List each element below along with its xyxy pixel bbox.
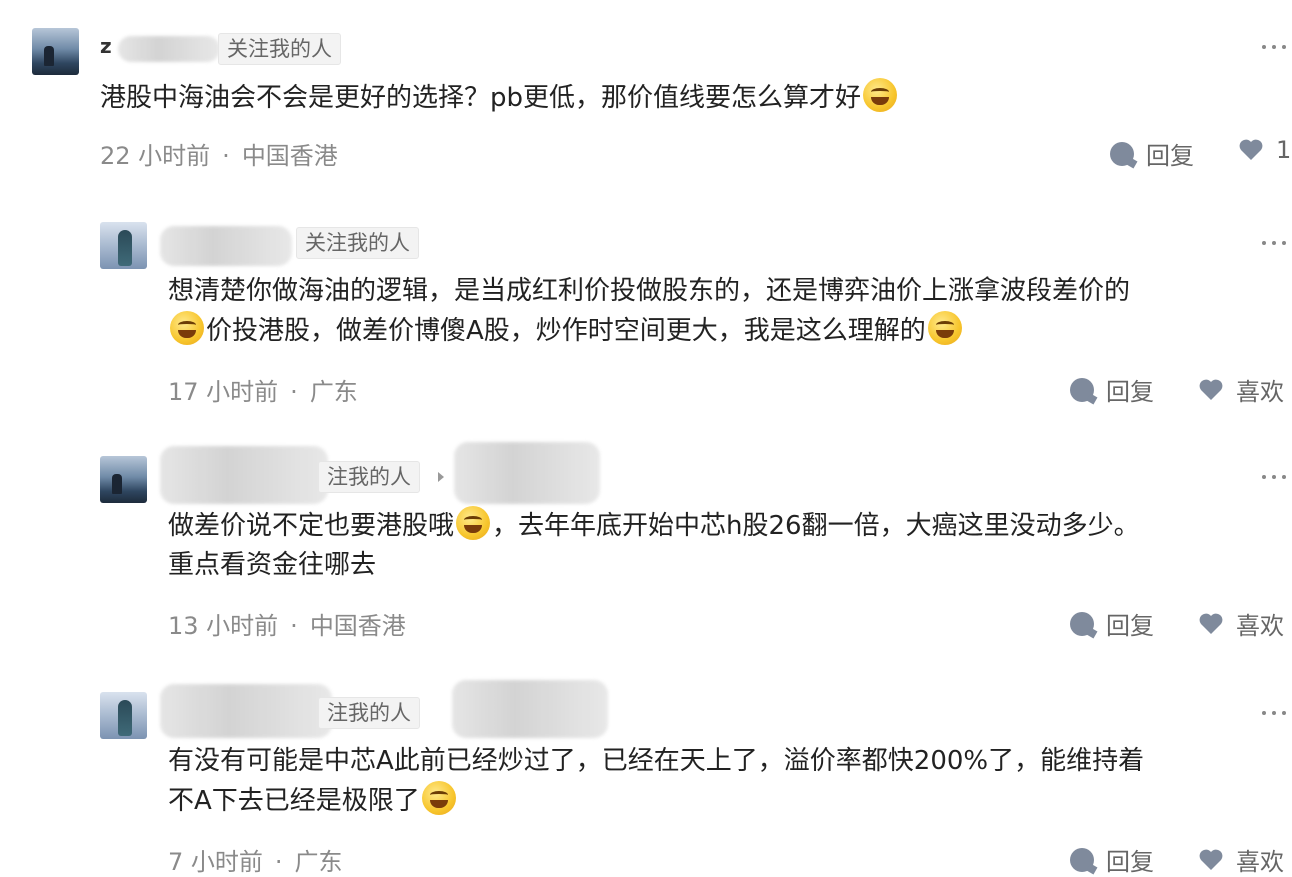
monocle-emoji-icon: [170, 311, 204, 345]
reply-button[interactable]: 回复: [1070, 606, 1154, 641]
grin-emoji-icon: [421, 781, 456, 815]
comment-text: 有没有可能是中芯A此前已经炒过了，已经在天上了，溢价率都快200%了，能维持着 …: [168, 742, 1144, 821]
comment-text-line: ，去年年底开始中芯h股26翻一倍，大癌这里没动多少。: [492, 511, 1140, 541]
like-label: 喜欢: [1236, 378, 1284, 406]
comment-text: 港股中海油会不会是更好的选择？pb更低，那价值线要怎么算才好: [100, 78, 899, 118]
separator: ·: [222, 142, 230, 170]
blurred-reply-target: [454, 442, 600, 504]
comment-text-line: 想清楚你做海油的逻辑，是当成红利价投做股东的，还是博弈油价上涨拿波段差价的: [168, 276, 1131, 306]
blurred-reply-target: [452, 680, 608, 738]
like-label: 喜欢: [1236, 612, 1284, 640]
comment-text: 做差价说不定也要港股哦 ，去年年底开始中芯h股26翻一倍，大癌这里没动多少。 重点…: [168, 506, 1140, 585]
reply-label: 回复: [1146, 142, 1194, 170]
username[interactable]: z: [100, 34, 112, 58]
comment-bubble-icon: [1070, 847, 1094, 872]
comment-text-line: 有没有可能是中芯A此前已经炒过了，已经在天上了，溢价率都快200%了，能维持着: [168, 746, 1145, 776]
comment-text-line: 价投港股，做差价博傻A股，炒作时空间更大，我是这么理解的: [206, 316, 926, 346]
comment-bubble-icon: [1110, 141, 1134, 166]
more-dots-icon[interactable]: [1262, 240, 1286, 246]
comment-text-line: 港股中海油会不会是更好的选择？pb更低，那价值线要怎么算才好: [100, 83, 862, 113]
avatar[interactable]: [100, 222, 147, 269]
heart-icon: [1198, 378, 1224, 402]
comment-text: 想清楚你做海油的逻辑，是当成红利价投做股东的，还是博弈油价上涨拿波段差价的 价投…: [168, 272, 1130, 351]
more-dots-icon[interactable]: [1262, 44, 1286, 50]
like-button[interactable]: 喜欢: [1198, 606, 1284, 641]
timestamp: 22 小时前: [100, 142, 211, 170]
heart-icon: [1198, 848, 1224, 872]
grin-emoji-icon: [927, 311, 962, 345]
blurred-username: [160, 226, 292, 266]
heart-icon: [1198, 612, 1224, 636]
blurred-username: [118, 36, 220, 62]
follow-tag: 注我的人: [318, 461, 420, 493]
comment-text-line: 重点看资金往哪去: [168, 550, 377, 580]
more-dots-icon[interactable]: [1262, 474, 1286, 480]
timestamp: 17 小时前: [168, 378, 279, 406]
like-button[interactable]: 1: [1238, 136, 1291, 164]
comment-bubble-icon: [1070, 377, 1094, 402]
location: 中国香港: [309, 612, 406, 640]
follow-tag: 关注我的人: [218, 33, 341, 65]
blurred-username: [160, 684, 332, 738]
follow-tag: 关注我的人: [296, 227, 419, 259]
timestamp: 13 小时前: [168, 612, 279, 640]
more-dots-icon[interactable]: [1262, 710, 1286, 716]
comment-meta: 13 小时前 · 中国香港: [168, 606, 406, 641]
reply-label: 回复: [1106, 612, 1154, 640]
avatar[interactable]: [100, 692, 147, 739]
comment-text-line: 做差价说不定也要港股哦: [168, 511, 455, 541]
comment-meta: 22 小时前 · 中国香港: [100, 136, 338, 171]
heart-icon: [1238, 138, 1264, 162]
avatar[interactable]: [32, 28, 79, 75]
separator: ·: [290, 378, 298, 406]
comment-text-line: 不A下去已经是极限了: [168, 786, 420, 816]
avatar[interactable]: [100, 456, 147, 503]
location: 广东: [309, 378, 358, 406]
reply-button[interactable]: 回复: [1070, 372, 1154, 407]
reply-label: 回复: [1106, 378, 1154, 406]
blurred-username: [160, 446, 328, 504]
location: 中国香港: [241, 142, 338, 170]
rofl-emoji-icon: [456, 506, 491, 540]
like-button[interactable]: 喜欢: [1198, 372, 1284, 407]
separator: ·: [290, 612, 298, 640]
comment-bubble-icon: [1070, 611, 1094, 636]
like-count: 1: [1276, 136, 1292, 164]
reply-to-caret-icon: [438, 472, 444, 482]
reply-button[interactable]: 回复: [1110, 136, 1194, 171]
follow-tag: 注我的人: [318, 697, 420, 729]
comment-meta: 17 小时前 · 广东: [168, 372, 358, 407]
rofl-emoji-icon: [863, 78, 898, 112]
